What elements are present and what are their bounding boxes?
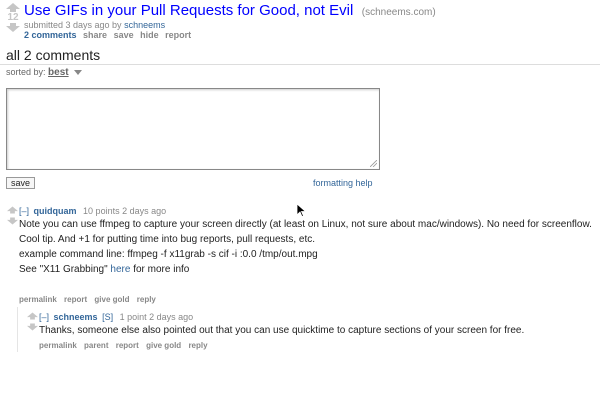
here-link[interactable]: here — [110, 264, 130, 275]
comment-author-link[interactable]: schneems — [54, 312, 98, 322]
upvote-arrow-icon[interactable] — [26, 312, 38, 320]
collapse-toggle[interactable]: [–] — [19, 206, 29, 216]
hide-link[interactable]: hide — [140, 30, 159, 40]
comment-tagline: [–] quidquam 10 points 2 days ago — [19, 206, 166, 216]
comment-body: Thanks, someone else also pointed out th… — [39, 325, 594, 340]
comment-vote-column — [6, 206, 18, 228]
comment-author-link[interactable]: quidquam — [34, 206, 77, 216]
give-gold-link[interactable]: give gold — [146, 341, 181, 350]
upvote-arrow-icon[interactable] — [6, 3, 20, 12]
comments-heading: all 2 comments — [6, 47, 101, 63]
submitter-tag: [S] — [102, 312, 114, 322]
give-gold-link[interactable]: give gold — [94, 295, 129, 304]
permalink-link[interactable]: permalink — [39, 341, 77, 350]
upvote-arrow-icon[interactable] — [6, 206, 18, 214]
share-link[interactable]: share — [83, 30, 107, 40]
post-score: 12 — [7, 12, 19, 23]
comment-paragraph: Note you can use ffmpeg to capture your … — [19, 219, 592, 230]
report-link[interactable]: report — [64, 295, 87, 304]
comment-text: for more info — [133, 264, 190, 275]
child-thread-line — [17, 307, 18, 352]
comment-paragraph: example command line: ffmpeg -f x11grab … — [19, 249, 318, 260]
post-tagline: submitted 3 days ago by schneems — [24, 20, 165, 30]
save-comment-button[interactable]: save — [6, 177, 36, 189]
comment-tagline: [–] schneems [S] 1 point 2 days ago — [39, 312, 193, 322]
chevron-down-icon[interactable] — [74, 70, 83, 76]
downvote-arrow-icon[interactable] — [6, 23, 20, 32]
comment-paragraph: Cool tip. And +1 for putting time into b… — [19, 234, 316, 245]
post-author-link[interactable]: schneems — [124, 20, 165, 30]
post-tagline-prefix: submitted 3 days ago by — [24, 20, 122, 30]
comment-buttons: permalink parent report give gold reply — [39, 341, 213, 350]
comments-count-link[interactable]: 2 comments — [24, 30, 77, 40]
comment-vote-column — [26, 312, 38, 334]
downvote-arrow-icon[interactable] — [6, 217, 18, 225]
comment-quidquam: [–] quidquam 10 points 2 days ago Note y… — [6, 206, 600, 306]
comment-text: See "X11 Grabbing" — [19, 264, 108, 275]
comment-paragraph: See "X11 Grabbing" here for more info — [19, 264, 594, 276]
collapse-toggle[interactable]: [–] — [39, 312, 49, 322]
resize-grip-icon[interactable] — [370, 160, 377, 167]
comment-paragraph: Thanks, someone else also pointed out th… — [39, 325, 525, 336]
parent-link[interactable]: parent — [84, 341, 108, 350]
sort-menu: sorted by: best — [6, 67, 83, 78]
sort-dropdown[interactable]: best — [48, 67, 69, 78]
comment-textarea[interactable] — [6, 88, 380, 170]
sort-label: sorted by: — [6, 67, 46, 77]
comment-meta: 10 points 2 days ago — [83, 206, 167, 216]
report-post-link[interactable]: report — [165, 30, 191, 40]
post-domain[interactable]: (schneems.com) — [362, 7, 436, 18]
report-link[interactable]: report — [116, 341, 139, 350]
post-title-row: Use GIFs in your Pull Requests for Good,… — [24, 2, 436, 20]
comment-buttons: permalink report give gold reply — [19, 295, 161, 304]
comment-schneems: [–] schneems [S] 1 point 2 days ago Than… — [26, 312, 600, 357]
post-buttons: 2 comments share save hide report — [24, 30, 195, 40]
comment-body: Note you can use ffmpeg to capture your … — [19, 219, 594, 279]
comment-meta: 1 point 2 days ago — [119, 312, 194, 322]
formatting-help-link[interactable]: formatting help — [313, 178, 373, 188]
reply-link[interactable]: reply — [188, 341, 207, 350]
permalink-link[interactable]: permalink — [19, 295, 57, 304]
reply-link[interactable]: reply — [137, 295, 156, 304]
post-entry: 12 Use GIFs in your Pull Requests for Go… — [0, 0, 600, 42]
comments-divider — [0, 64, 600, 65]
save-post-link[interactable]: save — [114, 30, 134, 40]
post-vote-column: 12 — [5, 3, 21, 32]
downvote-arrow-icon[interactable] — [26, 323, 38, 331]
post-title-link[interactable]: Use GIFs in your Pull Requests for Good,… — [24, 2, 353, 19]
